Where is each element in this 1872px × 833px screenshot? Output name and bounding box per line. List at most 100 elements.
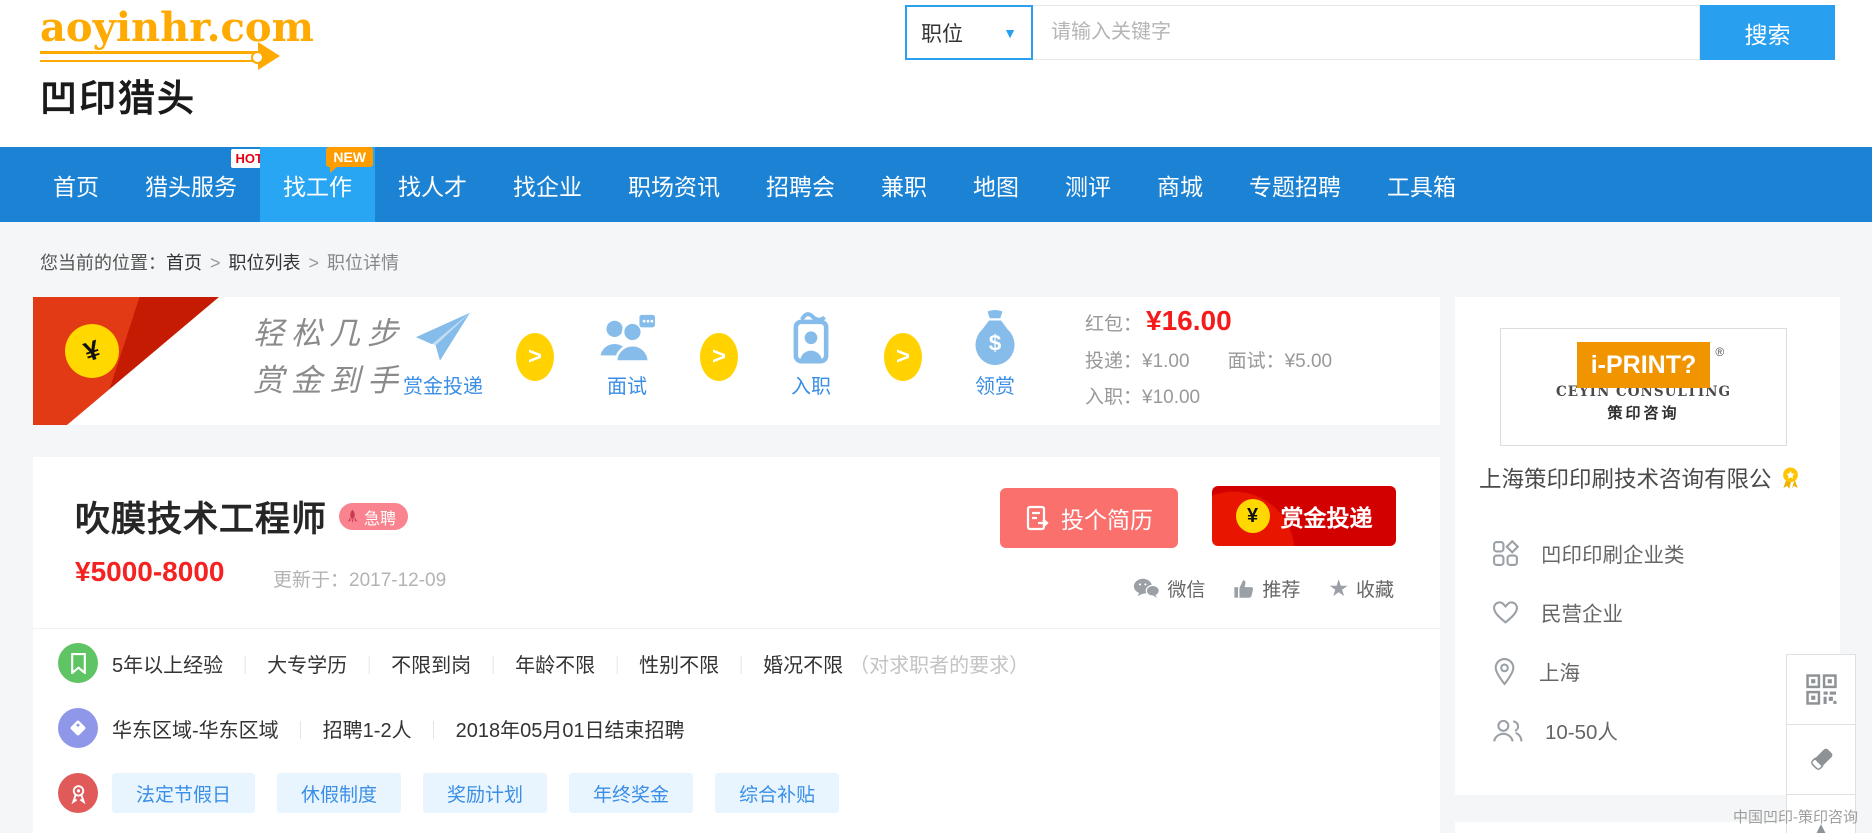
- iprint-logo-text: i-PRINT?: [1577, 342, 1711, 388]
- welfare-tag[interactable]: 奖励计划: [423, 773, 547, 813]
- redpacket-line: 红包：¥16.00: [1085, 305, 1425, 337]
- company-logo[interactable]: i-PRINT? ® CEYIN CONSULTING 策印咨询: [1500, 328, 1787, 446]
- nav-item-assessment[interactable]: 测评: [1042, 147, 1134, 222]
- location-row: 华东区域-华东区域｜招聘1-2人｜2018年05月01日结束招聘: [58, 708, 685, 748]
- tag-icon: [58, 708, 98, 748]
- recommend-share[interactable]: 推荐: [1233, 575, 1300, 602]
- company-location-row: 上海: [1492, 653, 1685, 689]
- qr-code-icon: [1806, 674, 1837, 705]
- qr-code-button[interactable]: [1786, 654, 1856, 725]
- bookmark-icon: [58, 643, 98, 683]
- nav-item-part-time[interactable]: 兼职: [858, 147, 950, 222]
- welfare-tag[interactable]: 年终奖金: [569, 773, 693, 813]
- watermark-text: 中国凹印-策印咨询: [1733, 806, 1858, 827]
- welfare-tag[interactable]: 休假制度: [277, 773, 401, 813]
- search-bar: 职位 ▼ 搜索: [905, 5, 1835, 60]
- svg-text:$: $: [989, 331, 1002, 356]
- company-logo-cn: 策印咨询: [1607, 402, 1679, 423]
- heart-icon: [1492, 600, 1519, 625]
- nav-item-find-company[interactable]: 找企业: [490, 147, 605, 222]
- company-category-row: 凹印印刷企业类: [1492, 535, 1685, 571]
- logo-chinese-name: 凹印猎头: [40, 68, 314, 122]
- rocket-icon: [345, 509, 360, 524]
- urgent-badge: 急聘: [339, 503, 408, 530]
- apply-resume-button[interactable]: 投个简历: [1000, 488, 1178, 548]
- location-pin-icon: [1492, 657, 1517, 686]
- nav-item-headhunting[interactable]: 猎头服务 HOT: [122, 147, 260, 222]
- breadcrumb-separator: >: [210, 253, 221, 273]
- site-logo[interactable]: aoyinhr.com 凹印猎头: [40, 6, 314, 122]
- search-button[interactable]: 搜索: [1700, 5, 1835, 60]
- welfare-tag[interactable]: 法定节假日: [112, 773, 255, 813]
- thumb-up-icon: [1233, 578, 1255, 600]
- company-name[interactable]: 上海策印印刷技术咨询有限公: [1479, 462, 1772, 494]
- search-input[interactable]: [1033, 5, 1700, 60]
- welfare-tag[interactable]: 综合补贴: [715, 773, 839, 813]
- paper-plane-icon: [414, 307, 472, 365]
- nav-item-job-fair[interactable]: 招聘会: [743, 147, 858, 222]
- interview-people-icon: [599, 307, 655, 365]
- redpacket-amount: ¥16.00: [1146, 305, 1232, 337]
- breadcrumb: 您当前的位置：首页 > 职位列表 > 职位详情: [40, 249, 399, 275]
- nav-item-home[interactable]: 首页: [30, 147, 122, 222]
- requirements-note: （对求职者的要求）: [849, 655, 1029, 677]
- wechat-share[interactable]: 微信: [1133, 575, 1205, 602]
- medal-icon: [58, 773, 98, 813]
- job-title: 吹膜技术工程师: [75, 491, 327, 542]
- step-arrow-icon: >: [516, 333, 554, 381]
- delivery-interview-line: 投递：¥1.00 面试：¥5.00: [1085, 346, 1425, 373]
- bounty-banner: ¥ 轻松几步赏金到手 赏金投递 > 面试 > 入职: [33, 297, 1440, 425]
- nav-item-find-job[interactable]: 找工作 NEW: [260, 147, 375, 222]
- eraser-pencil-icon: [1806, 745, 1836, 775]
- nav-item-find-talent[interactable]: 找人才: [375, 147, 490, 222]
- coin-icon: ¥: [58, 317, 126, 385]
- breadcrumb-home[interactable]: 首页: [166, 253, 202, 273]
- breadcrumb-separator: >: [309, 253, 320, 273]
- job-salary: ¥5000-8000: [75, 556, 224, 588]
- chevron-down-icon: ▼: [1003, 25, 1017, 41]
- bounty-steps: 赏金投递 > 面试 > 入职 > $ 领赏: [395, 307, 1043, 399]
- people-icon: [1492, 718, 1523, 743]
- nav-item-toolbox[interactable]: 工具箱: [1364, 147, 1479, 222]
- nav-item-special-recruit[interactable]: 专题招聘: [1226, 147, 1364, 222]
- favorite-share[interactable]: ★ 收藏: [1328, 575, 1394, 602]
- yuan-coin-icon: ¥: [1236, 499, 1270, 533]
- registered-mark: ®: [1715, 345, 1724, 359]
- breadcrumb-job-list[interactable]: 职位列表: [229, 253, 301, 273]
- page: aoyinhr.com 凹印猎头 职位 ▼ 搜索 首页 猎头服务 HOT 找工作…: [0, 0, 1872, 833]
- main-nav: 首页 猎头服务 HOT 找工作 NEW 找人才 找企业 职场资讯 招聘会 兼职 …: [0, 147, 1872, 222]
- breadcrumb-prefix: 您当前的位置：: [40, 253, 166, 273]
- job-updated-date: 更新于：2017-12-09: [273, 565, 446, 592]
- step-bounty-apply[interactable]: 赏金投递: [395, 307, 491, 399]
- nav-item-mall[interactable]: 商城: [1134, 147, 1226, 222]
- nav-item-map[interactable]: 地图: [950, 147, 1042, 222]
- step-onboard[interactable]: 入职: [763, 307, 859, 399]
- step-arrow-icon: >: [700, 333, 738, 381]
- money-bag-icon: $: [971, 307, 1019, 365]
- category-icon: [1492, 540, 1519, 567]
- feedback-button[interactable]: [1786, 724, 1856, 795]
- bounty-apply-button[interactable]: ¥ 赏金投递: [1212, 486, 1396, 546]
- red-ribbon: ¥: [33, 297, 245, 425]
- step-interview[interactable]: 面试: [579, 307, 675, 399]
- search-category-value: 职位: [921, 18, 963, 48]
- search-category-select[interactable]: 职位 ▼: [905, 5, 1033, 60]
- company-type-row: 民营企业: [1492, 594, 1685, 630]
- step-arrow-icon: >: [884, 333, 922, 381]
- welfare-row: 法定节假日 休假制度 奖励计划 年终奖金 综合补贴: [58, 773, 839, 813]
- new-badge: NEW: [326, 147, 373, 167]
- company-details: 凹印印刷企业类 民营企业 上海 10-50人: [1492, 535, 1685, 748]
- share-row: 微信 推荐 ★ 收藏: [1133, 575, 1394, 602]
- job-detail-card: 吹膜技术工程师 急聘 ¥5000-8000 更新于：2017-12-09 投个简…: [33, 457, 1440, 833]
- breadcrumb-current: 职位详情: [327, 253, 399, 273]
- reward-amounts: 红包：¥16.00 投递：¥1.00 面试：¥5.00 入职：¥10.00: [1085, 305, 1425, 409]
- gold-medal-icon: [1780, 466, 1801, 490]
- company-card: i-PRINT? ® CEYIN CONSULTING 策印咨询 上海策印印刷技…: [1455, 297, 1840, 795]
- onboard-line: 入职：¥10.00: [1085, 382, 1425, 409]
- company-size-row: 10-50人: [1492, 712, 1685, 748]
- banner-slogan: 轻松几步赏金到手: [253, 311, 405, 405]
- nav-item-career-news[interactable]: 职场资讯: [605, 147, 743, 222]
- logo-arrow-icon: [40, 51, 258, 62]
- header: aoyinhr.com 凹印猎头 职位 ▼ 搜索: [0, 0, 1872, 147]
- step-collect-reward[interactable]: $ 领赏: [947, 307, 1043, 399]
